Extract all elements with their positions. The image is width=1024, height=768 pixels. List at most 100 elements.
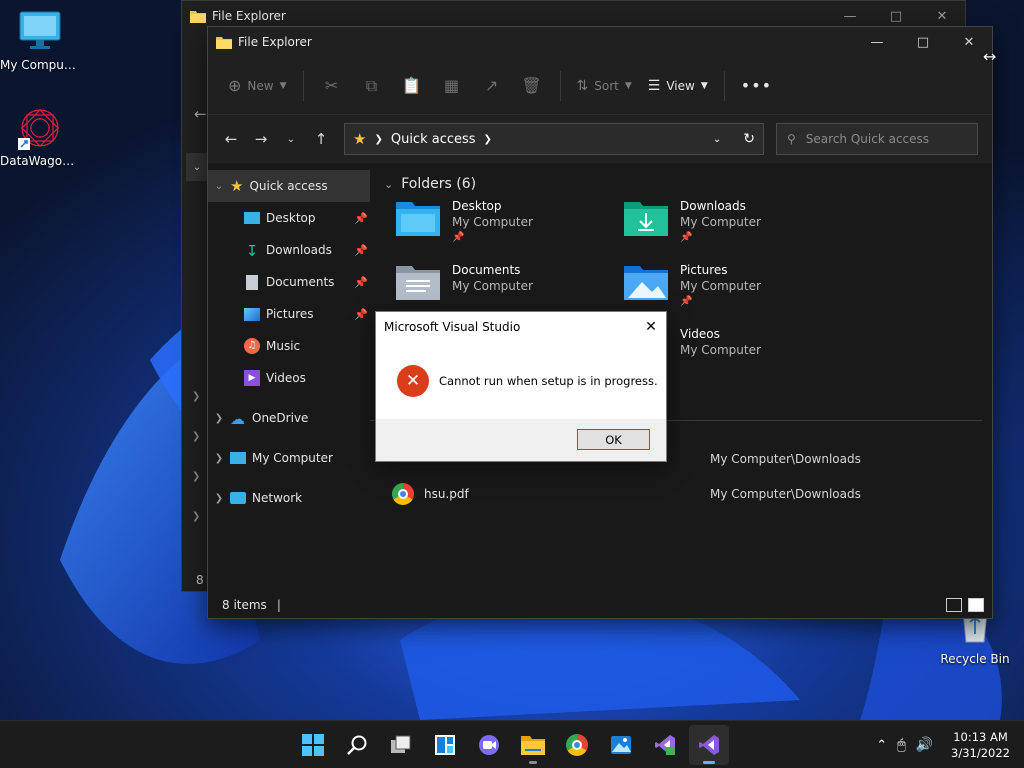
nav-item-downloads[interactable]: ↧ Downloads 📌 [208,234,370,266]
nav-item-videos[interactable]: ▶ Videos [208,362,370,394]
back-arrow-icon[interactable]: ← [194,105,207,123]
nav-onedrive[interactable]: ❯ ☁ OneDrive [208,402,370,434]
arrow-left-icon: ← [224,130,238,148]
chevron-right-icon[interactable]: ❯ [192,471,200,482]
delete-button[interactable]: 🗑 [512,69,552,103]
pin-icon: 📌 [354,307,368,321]
cut-button[interactable]: ✂ [312,69,352,103]
photos-button[interactable] [601,725,641,765]
music-icon: ♫ [244,338,260,354]
network-icon[interactable]: 🖱 [897,737,905,753]
desktop-icon-datawagon[interactable]: DataWagon... [0,106,80,168]
scissors-icon: ✂ [324,76,339,95]
search-button[interactable] [337,725,377,765]
view-button[interactable]: ☰ View ▼ [640,69,716,103]
volume-icon[interactable]: 🔊 [916,737,933,753]
error-icon: ✕ [397,365,429,397]
recent-file-row[interactable]: hsu.pdf My Computer\Downloads [392,479,962,509]
ok-button[interactable]: OK [577,429,650,450]
nav-network[interactable]: ❯ Network [208,482,370,514]
status-separator: | [276,598,281,612]
maximize-button[interactable]: □ [900,27,946,57]
file-explorer-button[interactable] [513,725,553,765]
up-button[interactable]: ↑ [306,124,336,154]
nav-label: Pictures [266,307,314,321]
folders-section-header[interactable]: ⌄ Folders (6) [384,176,992,192]
nav-my-computer[interactable]: ❯ My Computer [208,442,370,474]
folder-name: Desktop [452,199,502,213]
nav-label: My Computer [252,451,333,465]
paste-button[interactable]: 📋 [392,69,432,103]
pin-icon: 📌 [680,232,693,243]
folder-tile-desktop[interactable]: Desktop My Computer 📌 [396,198,616,258]
view-list-icon: ☰ [647,77,661,94]
new-button[interactable]: ⊕ New ▼ [220,69,295,103]
share-button[interactable]: ↗ [472,69,512,103]
refresh-icon[interactable]: ↻ [743,131,755,147]
chevron-right-icon[interactable]: ❯ [208,453,230,464]
nav-item-music[interactable]: ♫ Music [208,330,370,362]
chevron-down-icon: ▼ [700,80,708,91]
widgets-button[interactable] [425,725,465,765]
teams-chat-button[interactable] [469,725,509,765]
rename-button[interactable]: ▦ [432,69,472,103]
tiles-view-icon[interactable] [968,598,984,612]
pin-icon: 📌 [354,211,368,225]
minimize-button[interactable]: — [854,27,900,57]
recent-locations-button[interactable]: ⌄ [276,124,306,154]
nav-quick-access[interactable]: ⌄ ★ Quick access [208,170,370,202]
dialog-title: Microsoft Visual Studio [384,320,521,334]
clock-time: 10:13 AM [953,730,1008,744]
document-icon [246,274,258,290]
chevron-down-icon[interactable]: ⌄ [384,178,393,191]
address-history-icon[interactable]: ⌄ [713,134,721,145]
visual-studio-installer-button[interactable] [645,725,685,765]
more-options-button[interactable]: ••• [733,69,780,103]
chrome-icon [566,734,588,756]
sort-button[interactable]: ⇅ Sort ▼ [569,69,640,103]
nav-item-documents[interactable]: Documents 📌 [208,266,370,298]
folder-tile-downloads[interactable]: Downloads My Computer 📌 [624,198,844,258]
start-button[interactable] [293,725,333,765]
download-icon: ↧ [245,242,259,260]
chevron-down-icon[interactable]: ⌄ [186,153,208,181]
folder-location: My Computer [680,215,761,229]
chevron-right-icon[interactable]: ❯ [192,431,200,442]
chevron-right-icon[interactable]: ❯ [208,493,230,504]
desktop-icon [244,212,260,224]
taskbar: ⌃ 🖱 🔊 10:13 AM 3/31/2022 [0,720,1024,768]
chrome-icon [392,483,414,505]
resize-cursor-icon: ↔ [983,47,997,66]
chevron-down-icon[interactable]: ⌄ [208,181,230,192]
nav-item-desktop[interactable]: Desktop 📌 [208,202,370,234]
status-bar: 8 items | [208,592,992,618]
folder-location: My Computer [680,343,761,357]
pin-icon: 📌 [680,296,693,307]
clock[interactable]: 10:13 AM 3/31/2022 [951,729,1010,761]
chrome-button[interactable] [557,725,597,765]
cloud-icon: ☁ [230,410,245,428]
error-dialog[interactable]: Microsoft Visual Studio ✕ ✕ Cannot run w… [375,311,667,462]
dialog-footer: OK [376,419,666,461]
search-box[interactable]: ⚲ Search Quick access [776,123,978,155]
monitor-icon [230,452,246,464]
chevron-right-icon[interactable]: ❯ [208,413,230,424]
plus-circle-icon: ⊕ [228,76,242,95]
chevron-right-icon[interactable]: ❯ [192,391,200,402]
chevron-right-icon[interactable]: ❯ [192,511,200,522]
details-view-icon[interactable] [946,598,962,612]
copy-button[interactable]: ⧉ [352,69,392,103]
nav-item-pictures[interactable]: Pictures 📌 [208,298,370,330]
nav-label: Documents [266,275,335,289]
toolbar-divider [723,70,725,101]
address-current[interactable]: Quick access [391,132,476,147]
dialog-close-button[interactable]: ✕ [636,312,666,342]
show-hidden-icons-button[interactable]: ⌃ [876,738,887,753]
arrow-right-icon: → [254,130,268,148]
task-view-button[interactable] [381,725,421,765]
desktop-icon-my-computer[interactable]: My Computer [0,10,80,72]
forward-button[interactable]: → [246,124,276,154]
back-button[interactable]: ← [216,124,246,154]
visual-studio-button[interactable] [689,725,729,765]
address-bar[interactable]: ★ ❯ Quick access ❯ ⌄ ↻ [344,123,764,155]
